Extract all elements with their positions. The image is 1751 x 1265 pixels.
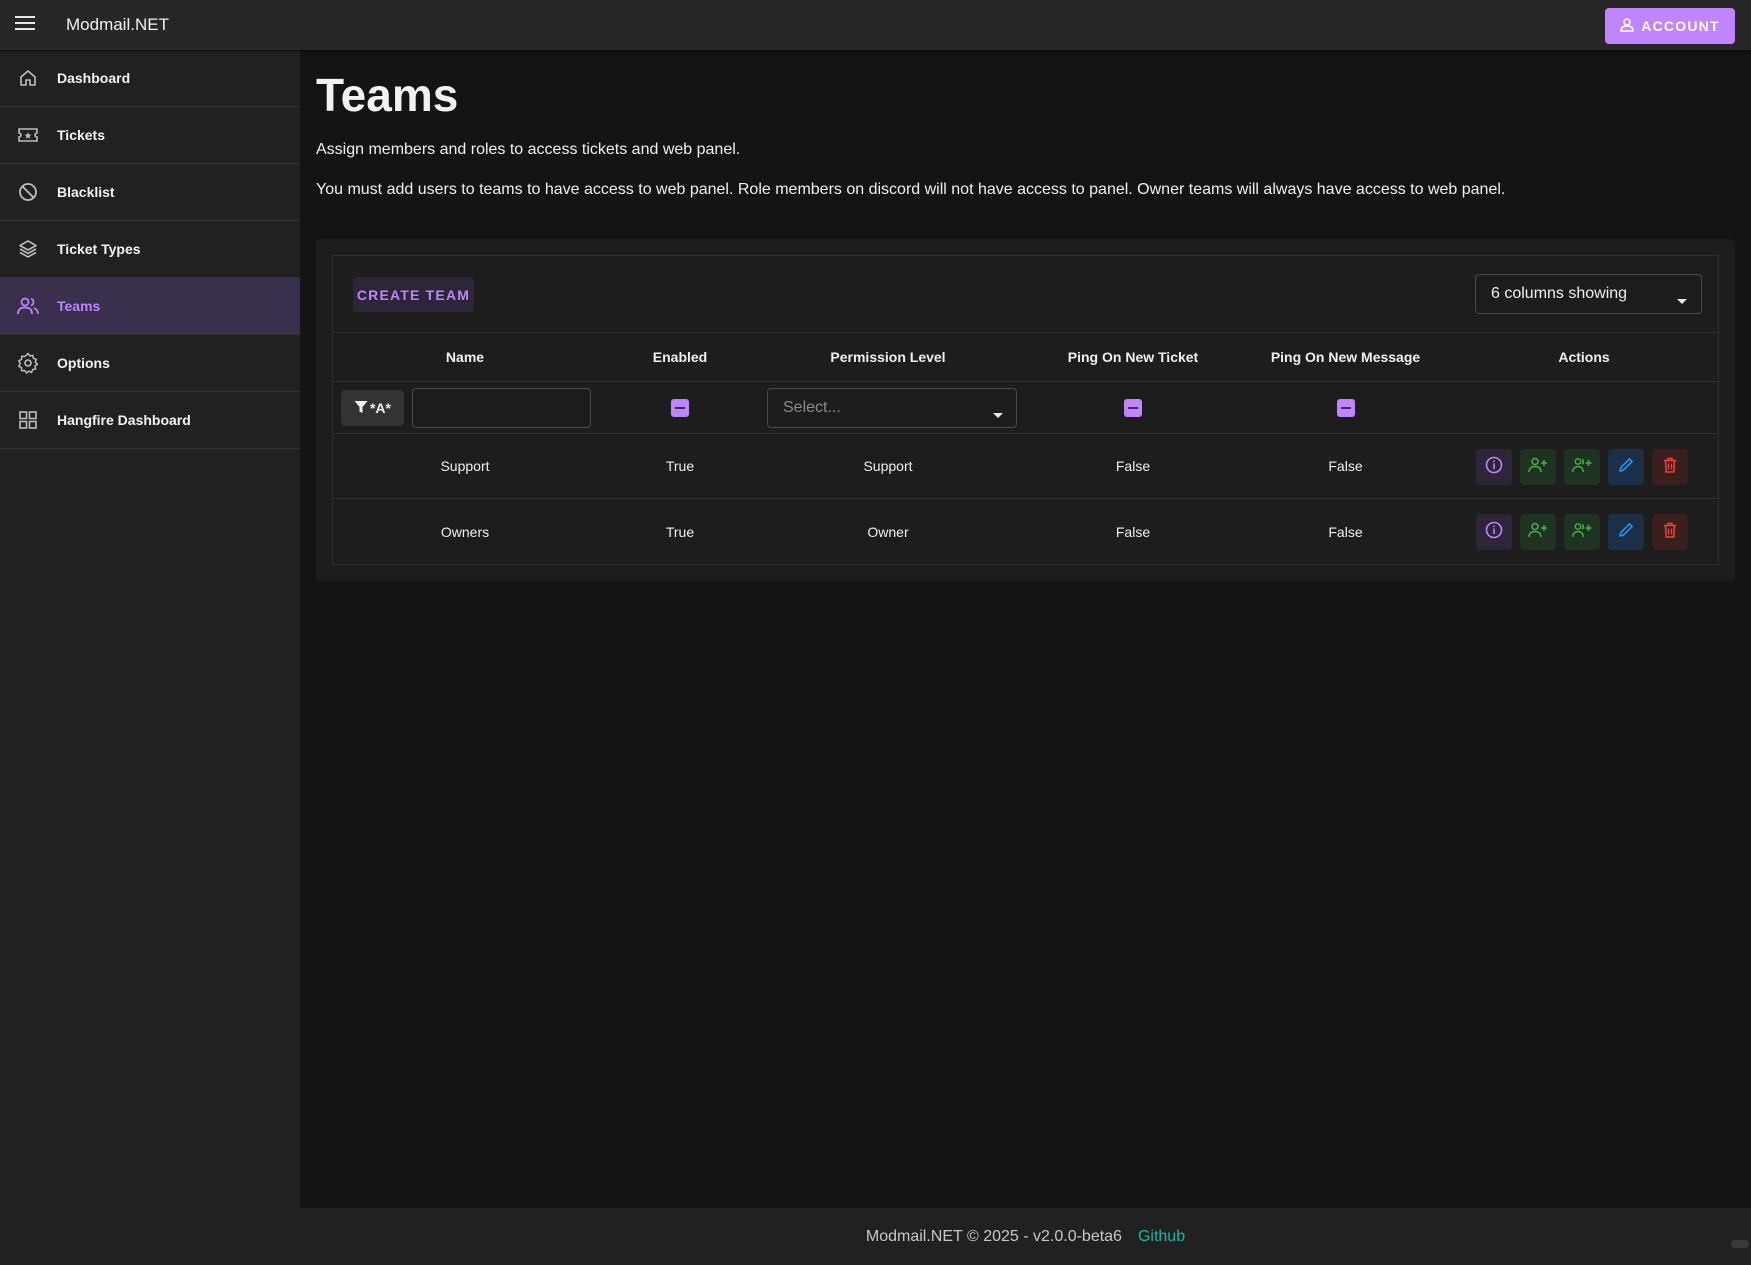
hamburger-menu-icon	[15, 15, 35, 36]
ping-message-filter-cell	[1243, 382, 1448, 433]
pencil-icon	[1618, 457, 1634, 478]
top-app-bar: Modmail.NET ACCOUNT	[0, 0, 1751, 50]
teams-table: CREATE TEAM 6 columns showing Name Enabl…	[332, 255, 1719, 565]
cell-ping-message: False	[1328, 523, 1363, 540]
person-add-icon	[1528, 457, 1548, 478]
add-role-button[interactable]	[1564, 449, 1600, 485]
pencil-icon	[1618, 522, 1634, 543]
row-actions	[1476, 449, 1688, 485]
sidebar-item-tickets[interactable]: Tickets	[0, 107, 300, 164]
person-icon	[1620, 17, 1635, 35]
account-button[interactable]: ACCOUNT	[1605, 8, 1735, 44]
header-name[interactable]: Name	[333, 333, 597, 381]
header-permission-level[interactable]: Permission Level	[763, 333, 1013, 381]
filter-mode-button[interactable]: *A*	[341, 390, 404, 426]
sidebar-item-dashboard[interactable]: Dashboard	[0, 50, 300, 107]
header-actions: Actions	[1558, 349, 1610, 365]
cell-enabled: True	[665, 458, 695, 474]
table-row: Support True Support False False	[333, 434, 1718, 499]
enabled-filter-checkbox[interactable]	[671, 398, 689, 417]
cell-enabled: True	[665, 523, 695, 540]
sidebar-item-label: Blacklist	[57, 184, 115, 200]
cell-name: Support	[440, 458, 490, 474]
teams-card: CREATE TEAM 6 columns showing Name Enabl…	[316, 239, 1735, 581]
ping-message-filter-checkbox[interactable]	[1336, 398, 1355, 417]
sidebar-item-label: Hangfire Dashboard	[57, 412, 191, 428]
github-link[interactable]: Github	[1138, 1228, 1185, 1246]
info-button[interactable]	[1476, 449, 1512, 485]
cell-name: Owners	[440, 523, 490, 540]
sidebar-item-label: Tickets	[57, 127, 105, 143]
page-description: Assign members and roles to access ticke…	[316, 141, 741, 158]
group-add-icon	[1572, 522, 1592, 543]
trash-icon	[1663, 522, 1677, 543]
enabled-filter-cell	[607, 382, 753, 433]
sidebar-item-label: Teams	[57, 298, 101, 314]
sidebar-item-options[interactable]: Options	[0, 335, 300, 392]
header-enabled[interactable]: Enabled	[607, 333, 753, 381]
sidebar-item-label: Ticket Types	[57, 241, 141, 257]
add-role-button[interactable]	[1564, 514, 1600, 550]
edit-button[interactable]	[1608, 514, 1644, 550]
trash-icon	[1663, 457, 1677, 478]
permission-filter-placeholder: Select...	[783, 399, 841, 416]
ping-ticket-filter-checkbox[interactable]	[1124, 398, 1142, 417]
page-note: You must add users to teams to have acce…	[316, 181, 1506, 198]
add-user-button[interactable]	[1520, 449, 1556, 485]
grid-icon	[17, 409, 39, 431]
group-add-icon	[1572, 457, 1592, 478]
info-icon	[1485, 521, 1503, 544]
filter-row: *A* Select...	[333, 382, 1718, 434]
permission-filter-select[interactable]: Select...	[767, 388, 1017, 428]
block-icon	[17, 181, 39, 203]
delete-button[interactable]	[1652, 514, 1688, 550]
header-ping-new-message[interactable]: Ping On New Message	[1243, 333, 1448, 381]
ping-ticket-filter-cell	[1023, 382, 1243, 433]
sidebar-item-hangfire-dashboard[interactable]: Hangfire Dashboard	[0, 392, 300, 449]
gear-icon	[17, 352, 39, 374]
account-label: ACCOUNT	[1641, 18, 1720, 34]
app-title: Modmail.NET	[66, 15, 169, 34]
table-header-row: Name Enabled Permission Level Ping On Ne…	[333, 333, 1718, 382]
footer: Modmail.NET © 2025 - v2.0.0-beta6 Github	[300, 1208, 1751, 1265]
cell-ping-message: False	[1328, 458, 1363, 474]
edit-button[interactable]	[1608, 449, 1644, 485]
chevron-down-icon	[1677, 292, 1687, 310]
sidebar-item-blacklist[interactable]: Blacklist	[0, 164, 300, 221]
sidebar-item-ticket-types[interactable]: Ticket Types	[0, 221, 300, 278]
info-button[interactable]	[1476, 514, 1512, 550]
table-toolbar: CREATE TEAM 6 columns showing	[333, 256, 1718, 333]
page-title: Teams	[316, 69, 459, 121]
main-content: Teams Assign members and roles to access…	[300, 50, 1751, 1208]
person-add-icon	[1528, 522, 1548, 543]
people-icon	[17, 295, 39, 317]
header-ping-new-ticket[interactable]: Ping On New Ticket	[1023, 333, 1243, 381]
ticket-icon	[17, 124, 39, 146]
columns-select[interactable]: 6 columns showing	[1475, 274, 1702, 314]
corner-handle[interactable]	[1731, 1240, 1749, 1248]
cell-permission: Support	[863, 458, 913, 474]
layers-icon	[17, 238, 39, 260]
home-icon	[17, 67, 39, 89]
row-actions	[1476, 514, 1688, 550]
table-row: Owners True Owner False False	[333, 499, 1718, 564]
menu-button[interactable]	[0, 0, 50, 50]
name-filter-input[interactable]	[412, 388, 591, 428]
cell-permission: Owner	[867, 523, 909, 540]
filter-mode-label: *A*	[369, 400, 391, 416]
sidebar-nav: Dashboard Tickets Blacklist Ticket Types…	[0, 50, 300, 1265]
info-icon	[1485, 456, 1503, 479]
add-user-button[interactable]	[1520, 514, 1556, 550]
chevron-down-icon	[993, 406, 1003, 424]
cell-ping-ticket: False	[1115, 523, 1151, 540]
sidebar-item-label: Options	[57, 355, 110, 371]
footer-copyright: Modmail.NET © 2025 - v2.0.0-beta6	[865, 1227, 1122, 1245]
delete-button[interactable]	[1652, 449, 1688, 485]
filter-icon	[354, 400, 368, 417]
create-team-button[interactable]: CREATE TEAM	[353, 277, 474, 312]
sidebar-item-label: Dashboard	[57, 70, 131, 86]
sidebar-item-teams[interactable]: Teams	[0, 278, 300, 335]
columns-select-value: 6 columns showing	[1491, 285, 1628, 302]
cell-ping-ticket: False	[1115, 458, 1151, 474]
